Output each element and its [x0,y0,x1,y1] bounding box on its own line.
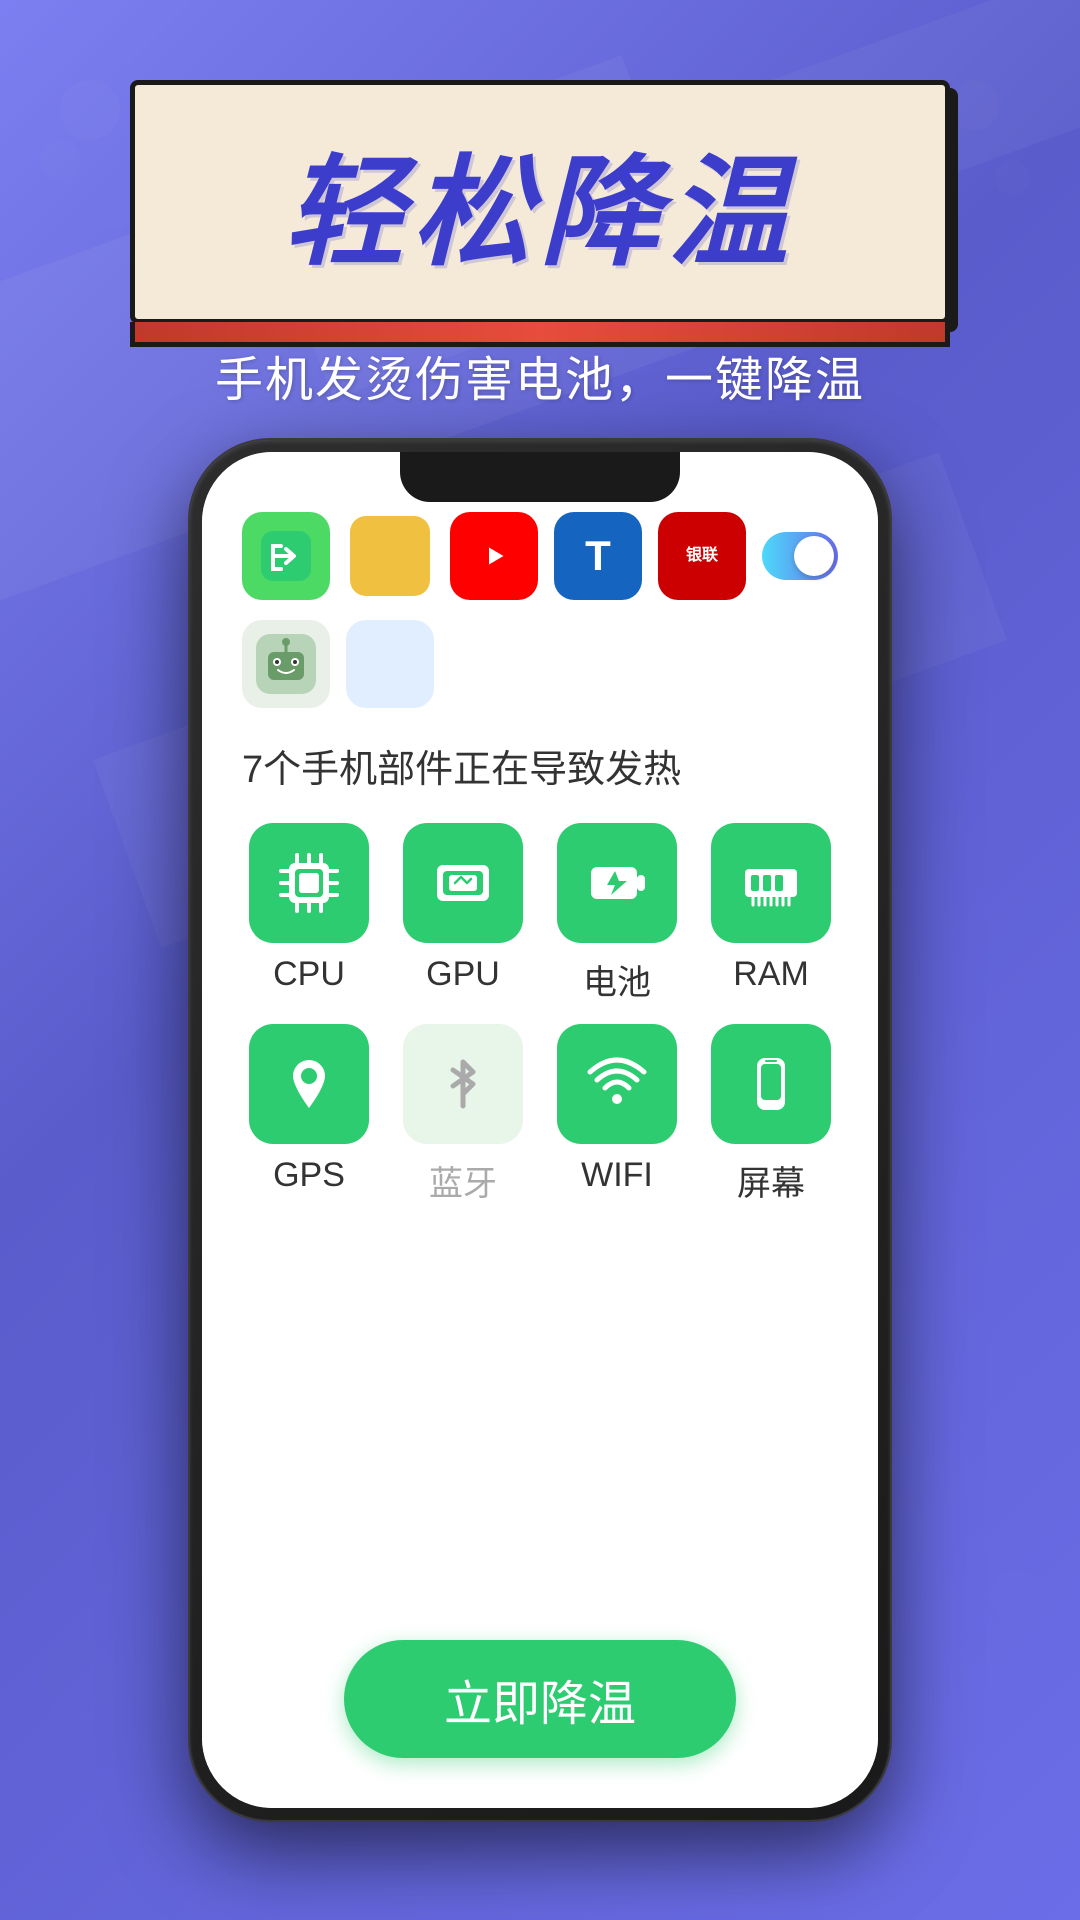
app-row-2 [232,620,848,708]
phone-screen: 🚛 T [202,452,878,1808]
toggle-switch[interactable] [762,532,838,580]
component-ram[interactable]: RAM [704,823,838,1004]
phone-mockup: 🚛 T [190,440,890,1820]
phone-notch [400,452,680,502]
screen-label: 屏幕 [737,1156,805,1205]
screen-icon [735,1048,807,1120]
action-button[interactable]: 立即降温 [344,1640,736,1758]
battery-icon-box [557,823,677,943]
gpu-label: GPU [426,955,500,994]
component-wifi[interactable]: WIFI [550,1024,684,1205]
screen-icon-box [711,1024,831,1144]
cpu-icon [273,847,345,919]
wifi-icon [581,1048,653,1120]
wifi-icon-box [557,1024,677,1144]
phone-outer: 🚛 T [190,440,890,1820]
svg-text:T: T [585,532,611,579]
toggle-knob [794,536,834,576]
main-title: 轻松降温 [195,115,885,289]
gpu-icon [427,847,499,919]
wifi-label: WIFI [581,1156,653,1195]
gpu-icon-box [403,823,523,943]
app-icon-youtube[interactable] [450,512,538,600]
component-battery[interactable]: 电池 [550,823,684,1004]
bluetooth-icon [427,1048,499,1120]
app-icon-robot[interactable] [242,620,330,708]
component-cpu[interactable]: CPU [242,823,376,1004]
component-gps[interactable]: GPS [242,1024,376,1205]
app-icon-blue[interactable]: T [554,512,642,600]
ram-icon-box [711,823,831,943]
subtitle: 手机发烫伤害电池，一键降温 [215,340,865,410]
app-icon-export[interactable] [242,512,330,600]
ram-icon [735,847,807,919]
component-screen[interactable]: 屏幕 [704,1024,838,1205]
component-gpu[interactable]: GPU [396,823,530,1004]
app-icon-pay[interactable]: 银联 [658,512,746,600]
app-icon-truck[interactable]: 🚛 [346,512,434,600]
app-row-1: 🚛 T [232,512,848,600]
app-icon-blank[interactable] [346,620,434,708]
title-banner: 轻松降温 [130,80,950,324]
bluetooth-icon-box [403,1024,523,1144]
battery-icon [581,847,653,919]
battery-label: 电池 [583,955,651,1004]
component-bluetooth[interactable]: 蓝牙 [396,1024,530,1205]
title-section: 轻松降温 [130,80,950,324]
cpu-label: CPU [273,955,345,994]
gps-label: GPS [273,1156,345,1195]
bluetooth-label: 蓝牙 [429,1156,497,1205]
heating-notice: 7个手机部件正在导致发热 [232,738,848,793]
component-grid: CPU [232,823,848,1205]
phone-inner: 🚛 T [202,452,878,1808]
gps-icon [273,1048,345,1120]
gps-icon-box [249,1024,369,1144]
ram-label: RAM [733,955,809,994]
cpu-icon-box [249,823,369,943]
